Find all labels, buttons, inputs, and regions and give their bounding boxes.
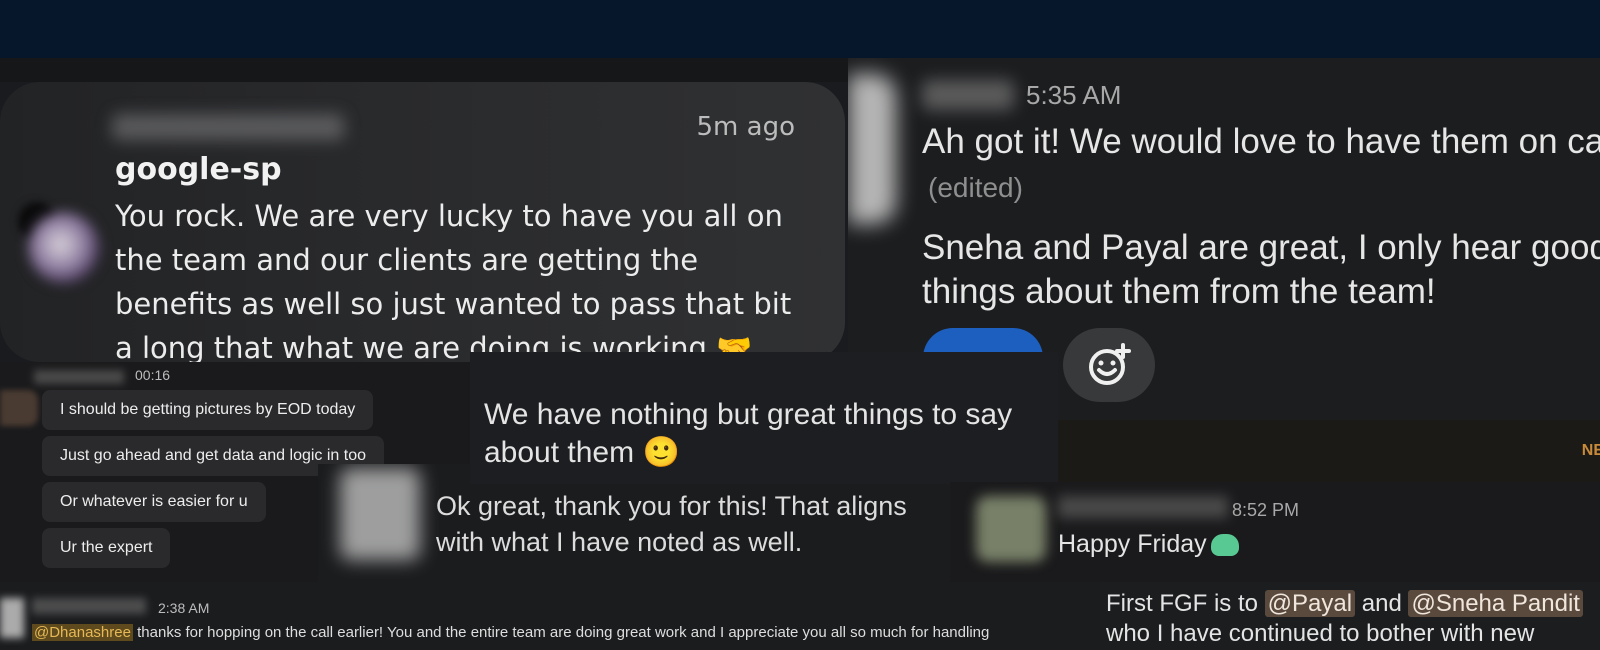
top-bar [0, 0, 1600, 58]
notification-body: You rock. We are very lucky to have you … [115, 199, 792, 362]
message-text: @Dhanashree thanks for hopping on the ca… [32, 624, 989, 641]
friday-message-card: 8:52 PM Happy Friday [950, 482, 1600, 582]
bottom-message-card: 2:38 AM @Dhanashree thanks for hopping o… [0, 582, 1100, 650]
message-text: Happy Friday [1058, 530, 1239, 559]
new-messages-divider: NE [1058, 420, 1600, 483]
message-body: thanks for hopping on the call earlier! … [132, 624, 990, 641]
avatar [340, 468, 420, 560]
new-label: NE [1581, 442, 1600, 459]
message-text: Ah got it! We would love to have them on… [922, 122, 1600, 161]
message-time: 8:52 PM [1232, 500, 1300, 520]
message-line-2: Sneha and Payal are great, I only hear g… [922, 228, 1600, 311]
add-reaction-button[interactable] [1063, 328, 1155, 402]
avatar [848, 74, 896, 224]
avatar [0, 390, 38, 426]
notification-card[interactable]: 5m ago google-sp You rock. We are very l… [0, 82, 845, 362]
avatar [0, 598, 24, 638]
redacted-name [32, 598, 146, 614]
fgf-prefix: First FGF is to [1106, 590, 1265, 617]
message-line-1: Ah got it! We would love to have them on… [922, 120, 1600, 210]
chat-bubble[interactable]: I should be getting pictures by EOD toda… [42, 390, 374, 430]
user-mention[interactable]: @Sneha Pandit [1408, 590, 1583, 617]
user-mention[interactable]: @Payal [1264, 590, 1356, 617]
quote-card: We have nothing but great things to say … [470, 352, 1058, 484]
party-blob-icon [1210, 534, 1239, 557]
chat-bubble[interactable]: Or whatever is easier for u [42, 482, 266, 522]
fgf-message-card: First FGF is to @Payal and @Sneha Pandit… [1100, 582, 1600, 650]
message-time: 5:35 AM [1026, 80, 1122, 110]
edited-label: (edited) [928, 172, 1023, 203]
chat-time: 00:16 [135, 367, 171, 383]
friday-text: Happy Friday [1058, 530, 1207, 558]
avatar [28, 212, 100, 284]
redacted-name [34, 370, 124, 384]
notification-sender: google-sp [115, 152, 282, 187]
add-reaction-icon [1089, 343, 1131, 385]
user-mention[interactable]: @Dhanashree [32, 624, 133, 641]
reply-text: Ok great, thank you for this! That align… [436, 491, 907, 557]
notification-time: 5m ago [696, 112, 795, 142]
message-time: 2:38 AM [158, 600, 210, 616]
redacted-name [1058, 496, 1228, 518]
fgf-line-1: First FGF is to @Payal and @Sneha Pandit [1106, 590, 1583, 618]
avatar [976, 496, 1046, 562]
chat-bubble[interactable]: Ur the expert [42, 528, 171, 568]
fgf-middle: and [1355, 590, 1409, 617]
redacted-name [922, 80, 1014, 110]
redacted-name [112, 114, 344, 140]
fgf-line-2: who I have continued to bother with new [1106, 620, 1535, 647]
quote-text: We have nothing but great things to say … [484, 398, 1013, 469]
